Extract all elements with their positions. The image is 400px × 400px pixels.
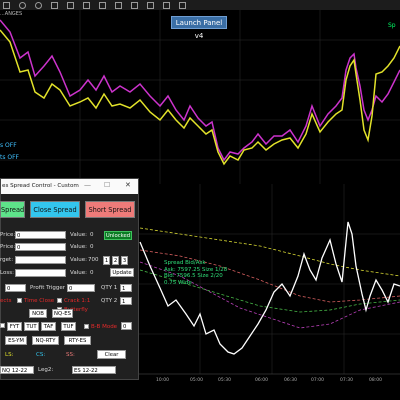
minimize-icon[interactable]: — (84, 182, 91, 189)
price-label: Price: (0, 244, 16, 250)
clear-button[interactable]: Clear (97, 350, 126, 359)
pan-icon[interactable] (67, 1, 74, 9)
value-label: Value: (70, 244, 87, 250)
tuf-button[interactable]: TUF (61, 322, 76, 331)
close-spread-button[interactable]: Close Spread (30, 201, 80, 218)
qty1-field[interactable]: 1 (120, 284, 132, 292)
price-label: Price: (0, 232, 16, 238)
price-field[interactable]: 0 (15, 231, 66, 239)
time-tick: 06:00 (255, 378, 268, 383)
value-readout: 0 (90, 270, 94, 276)
profit-trigger-label: Profit Trigger (30, 285, 66, 291)
pointer-icon[interactable] (3, 1, 10, 9)
time-tick: 07:00 (311, 378, 324, 383)
data-box-icon[interactable] (147, 1, 154, 9)
rty-es-button[interactable]: RTY-ES (64, 336, 91, 345)
step-button[interactable]: 2 (112, 256, 119, 265)
value-readout: 0 (90, 232, 94, 238)
lock-icon[interactable] (99, 1, 106, 9)
open-spread-button[interactable]: Spread (0, 201, 25, 218)
short-spread-button[interactable]: Short Spread (85, 201, 135, 218)
cs-status: CS: (36, 352, 46, 358)
launch-panel-button[interactable]: Launch Panel v4 (171, 16, 227, 40)
step-button[interactable]: 1 (103, 256, 110, 265)
list-icon[interactable] (131, 1, 138, 9)
qty2-label: QTY 2 (101, 298, 118, 304)
off-label-2: ts OFF (0, 154, 20, 161)
time-tick: 06:30 (284, 378, 297, 383)
value-readout: 0 (90, 244, 94, 250)
top-right-label: Sp (388, 22, 396, 29)
bb-mode-check[interactable]: B-B Mode (84, 324, 117, 330)
checkbox-icon (57, 298, 62, 303)
leg2-label: Leg2: (38, 367, 54, 373)
chart-toolbar (0, 0, 400, 10)
time-tick: 05:30 (218, 378, 231, 383)
dialog-title: es Spread Control - Custom (2, 183, 79, 189)
time-tick: 10:00 (156, 378, 169, 383)
profit-trigger-field[interactable]: 0 (67, 284, 95, 292)
tooltip-line: 0.75 Wide (164, 279, 192, 286)
dialog-titlebar[interactable]: es Spread Control - Custom — ☐ ✕ (1, 179, 138, 194)
es-ym-button[interactable]: ES-YM (5, 336, 27, 345)
bb-mode-label: B-B Mode (91, 324, 118, 330)
offset-field[interactable]: 0 (5, 284, 26, 292)
value-readout: 700 (88, 257, 99, 263)
crack-label: Crack 1:1 (64, 298, 91, 304)
step-button[interactable]: 3 (121, 256, 128, 265)
series-b-line (0, 29, 400, 166)
tooltip-line: Bid: 7596.5 Size 2/20 (164, 273, 223, 279)
checkbox-icon (17, 298, 22, 303)
snapshot-icon[interactable] (163, 1, 170, 9)
loss-label: Loss: (0, 270, 14, 276)
qty1-label: QTY 1 (101, 285, 118, 291)
value-label: Value: (70, 257, 87, 263)
price-field[interactable]: 0 (15, 243, 66, 251)
target-label: rget: (0, 257, 14, 263)
taf-button[interactable]: TAF (41, 322, 56, 331)
ss-status: SS: (66, 352, 75, 358)
leg1-field[interactable]: NQ 12-22 (0, 366, 34, 374)
text-icon[interactable] (83, 1, 90, 9)
crosshair-icon[interactable] (19, 1, 26, 9)
time-tick: 07:30 (340, 378, 353, 383)
target-field[interactable] (15, 256, 66, 264)
instrument-label: ...ANGES (0, 11, 23, 17)
draw-icon[interactable] (51, 1, 58, 9)
time-close-check[interactable]: Time Close (17, 298, 54, 304)
zoom-icon[interactable] (35, 1, 42, 9)
lock-toggle-button[interactable]: Unlocked (104, 231, 132, 240)
checkbox-icon (84, 324, 89, 329)
grid-icon[interactable] (115, 1, 122, 9)
off-label-1: s OFF (0, 142, 17, 149)
properties-icon[interactable] (179, 1, 186, 9)
fyt-checkbox-icon[interactable] (0, 323, 5, 328)
fyt-button[interactable]: FYT (7, 322, 22, 331)
nob-button[interactable]: NOB (29, 309, 47, 318)
value-label: Value: (70, 232, 87, 238)
time-close-label: Time Close (24, 298, 55, 304)
crack-check[interactable]: Crack 1:1 (57, 298, 90, 304)
spread-tooltip: Spread Bid/Ask Ask: 7597.25 Size 1/28 Bi… (164, 260, 227, 286)
time-tick: 08:00 (369, 378, 382, 383)
update-button[interactable]: Update (110, 268, 134, 277)
nq-es-button[interactable]: NQ-ES (52, 309, 73, 318)
loss-field[interactable] (15, 269, 66, 277)
qty2-field[interactable]: 1 (120, 297, 132, 305)
trading-platform: ...ANGES Launch Panel v4 Sp s OFF ts OFF… (0, 0, 400, 400)
ls-status: LS: (5, 352, 14, 358)
value-label: Value: (70, 270, 87, 276)
nq-rty-button[interactable]: NQ-RTY (32, 336, 59, 345)
time-tick: 05:00 (190, 378, 203, 383)
maximize-icon[interactable]: ☐ (104, 182, 110, 189)
objects-check-label: ects (0, 298, 12, 304)
leg2-field[interactable]: ES 12-22 (72, 366, 116, 374)
tut-button[interactable]: TUT (24, 322, 39, 331)
close-icon[interactable]: ✕ (125, 182, 131, 189)
bb-mode-field[interactable]: 0 (121, 322, 132, 330)
